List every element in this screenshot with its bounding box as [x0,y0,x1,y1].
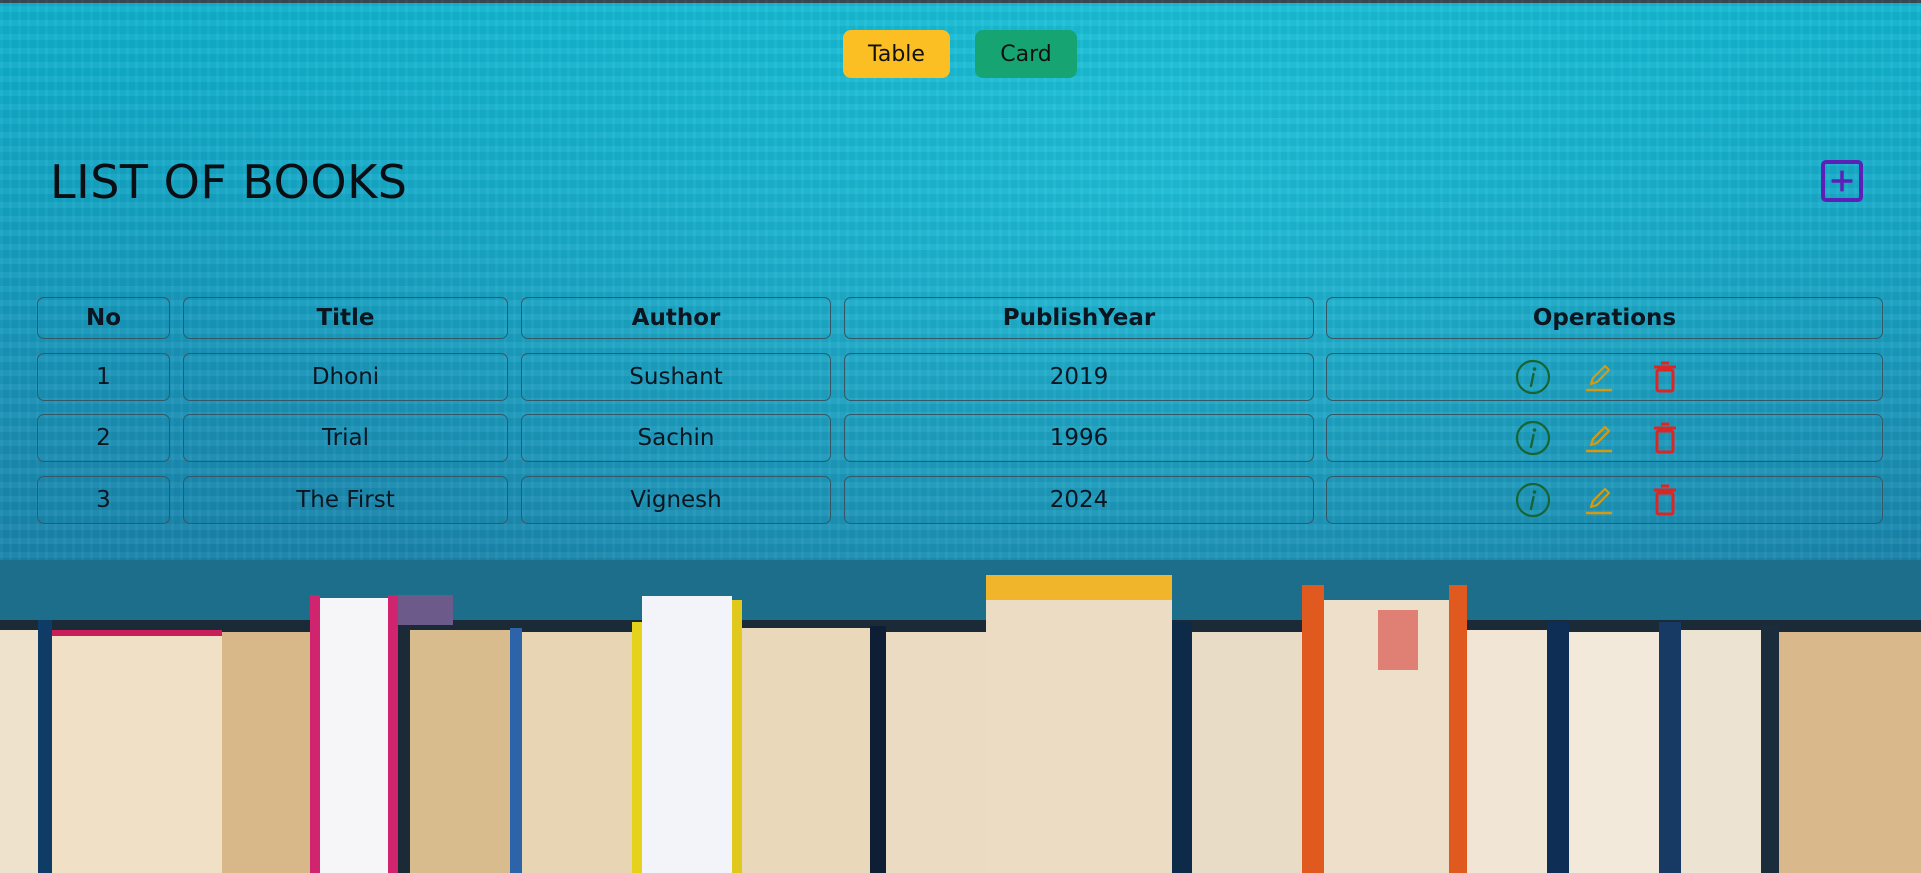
row-2-year: 1996 [844,414,1314,462]
card-view-button[interactable]: Card [975,30,1077,78]
delete-trash-icon[interactable] [1647,420,1683,456]
edit-pencil-icon[interactable] [1581,359,1617,395]
row-2-no: 2 [37,414,170,462]
header-title: Title [183,297,508,339]
row-1-title: Dhoni [183,353,508,401]
bookshelf-background-image [0,560,1921,873]
row-1-no: 1 [37,353,170,401]
header-author: Author [521,297,831,339]
info-icon[interactable] [1515,482,1551,518]
plus-icon [1831,170,1853,192]
add-book-button[interactable] [1821,160,1863,202]
row-3-title: The First [183,476,508,524]
row-1-author: Sushant [521,353,831,401]
page-title: LIST OF BOOKS [50,155,408,209]
header-publish-year: PublishYear [844,297,1314,339]
delete-trash-icon[interactable] [1647,359,1683,395]
row-1-operations [1326,353,1883,401]
delete-trash-icon[interactable] [1647,482,1683,518]
info-icon[interactable] [1515,359,1551,395]
row-3-author: Vignesh [521,476,831,524]
row-3-no: 3 [37,476,170,524]
row-3-year: 2024 [844,476,1314,524]
table-view-button[interactable]: Table [843,30,950,78]
header-no: No [37,297,170,339]
row-2-operations [1326,414,1883,462]
edit-pencil-icon[interactable] [1581,420,1617,456]
header-operations: Operations [1326,297,1883,339]
edit-pencil-icon[interactable] [1581,482,1617,518]
row-1-year: 2019 [844,353,1314,401]
row-2-author: Sachin [521,414,831,462]
row-2-title: Trial [183,414,508,462]
row-3-operations [1326,476,1883,524]
info-icon[interactable] [1515,420,1551,456]
